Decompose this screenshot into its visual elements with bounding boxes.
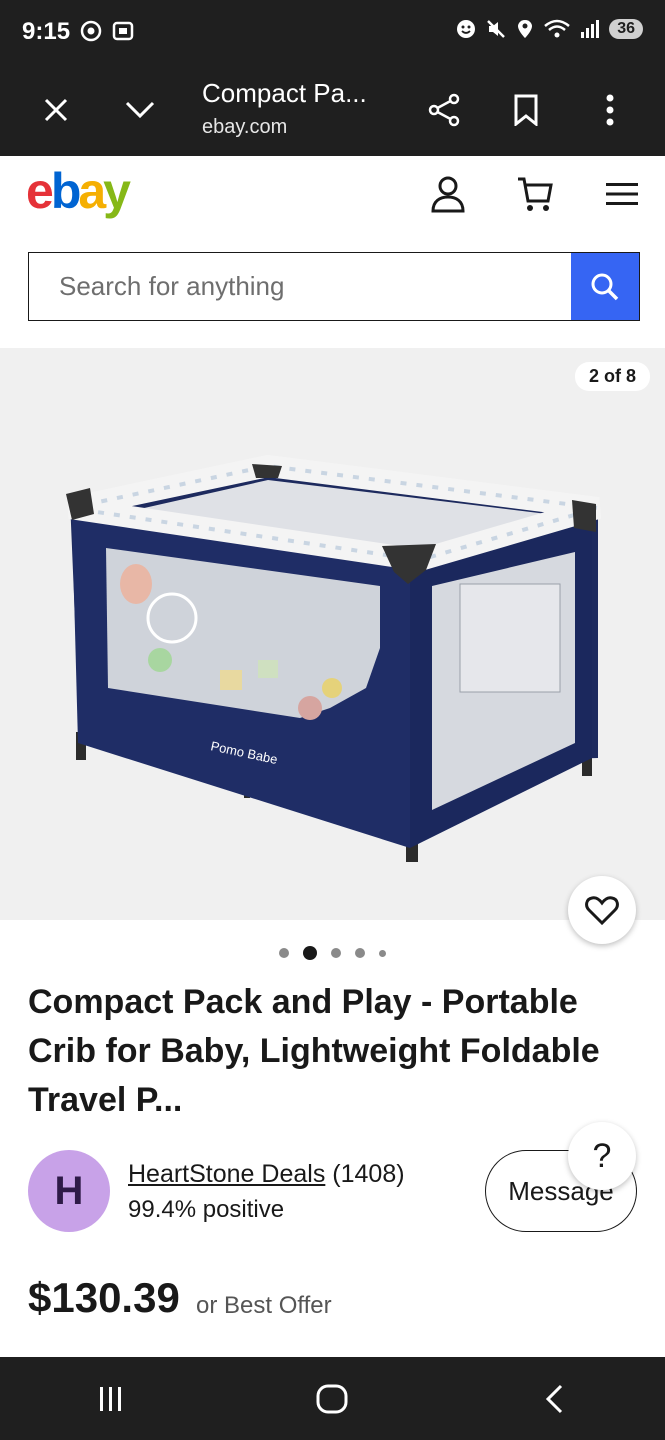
heart-icon bbox=[585, 896, 619, 925]
gallery-dot[interactable] bbox=[279, 948, 289, 958]
search-button[interactable] bbox=[571, 253, 639, 320]
location-icon bbox=[518, 20, 533, 38]
back-icon bbox=[546, 1384, 563, 1413]
product-price: $130.39 bbox=[28, 1274, 180, 1321]
seller-avatar[interactable]: H bbox=[28, 1150, 110, 1232]
recent-apps-icon bbox=[99, 1386, 121, 1411]
battery-indicator: 36 bbox=[609, 19, 643, 39]
site-header: ebay Search for anything bbox=[0, 156, 665, 346]
share-icon bbox=[428, 93, 460, 127]
search-icon bbox=[591, 273, 619, 300]
share-button[interactable] bbox=[424, 90, 464, 130]
home-button[interactable] bbox=[302, 1369, 362, 1429]
user-icon bbox=[431, 176, 465, 213]
screenshot-icon bbox=[112, 21, 134, 41]
chrome-icon bbox=[80, 20, 102, 42]
tab-domain[interactable]: ebay.com bbox=[202, 116, 287, 139]
system-navigation-bar bbox=[0, 1357, 665, 1440]
help-button[interactable]: ? bbox=[568, 1122, 636, 1190]
product-image-gallery[interactable]: 2 of 8 Pomo Babe bbox=[0, 348, 665, 920]
gallery-dot[interactable] bbox=[331, 948, 341, 958]
back-button[interactable] bbox=[524, 1369, 584, 1429]
gallery-dot[interactable] bbox=[379, 949, 386, 957]
cart-button[interactable] bbox=[513, 172, 557, 216]
browser-toolbar: Compact Pa... ebay.com bbox=[0, 64, 665, 156]
price-details-cutoff bbox=[28, 1342, 508, 1358]
home-icon bbox=[316, 1384, 348, 1413]
seller-feedback-count: (1408) bbox=[332, 1160, 405, 1188]
minimize-tab-button[interactable] bbox=[120, 90, 160, 130]
gallery-pagination bbox=[0, 946, 665, 960]
emoji-icon bbox=[457, 20, 476, 38]
close-tab-button[interactable] bbox=[36, 90, 76, 130]
close-icon bbox=[44, 98, 68, 122]
more-vertical-icon bbox=[606, 94, 614, 126]
mute-icon bbox=[487, 20, 506, 38]
bookmark-icon bbox=[514, 94, 538, 126]
best-offer-label: or Best Offer bbox=[196, 1292, 332, 1319]
signal-icon bbox=[581, 20, 600, 38]
menu-button[interactable] bbox=[600, 172, 644, 216]
seller-info: HeartStone Deals (1408) bbox=[128, 1160, 405, 1189]
playard-crib-image[interactable]: Pomo Babe bbox=[0, 348, 665, 920]
ebay-logo[interactable]: ebay bbox=[26, 162, 131, 220]
bookmark-button[interactable] bbox=[506, 90, 546, 130]
product-title: Compact Pack and Play - Portable Crib fo… bbox=[28, 983, 600, 1119]
more-options-button[interactable] bbox=[590, 90, 630, 130]
gallery-dot-active[interactable] bbox=[303, 946, 317, 960]
status-bar: 9:15 36 bbox=[0, 0, 665, 64]
tab-title[interactable]: Compact Pa... bbox=[202, 78, 367, 109]
recent-apps-button[interactable] bbox=[81, 1369, 141, 1429]
status-time: 9:15 bbox=[22, 18, 71, 45]
gallery-dot[interactable] bbox=[355, 948, 365, 958]
cart-icon bbox=[518, 177, 553, 211]
seller-name-link[interactable]: HeartStone Deals bbox=[128, 1160, 325, 1188]
seller-positive-rating: 99.4% positive bbox=[128, 1196, 285, 1223]
hamburger-menu-icon bbox=[606, 183, 638, 205]
wifi-icon bbox=[544, 19, 571, 38]
account-button[interactable] bbox=[426, 172, 470, 216]
search-input[interactable]: Search for anything bbox=[29, 253, 571, 320]
add-to-watchlist-button[interactable] bbox=[568, 876, 636, 944]
chevron-down-icon bbox=[125, 101, 155, 119]
search-bar: Search for anything bbox=[28, 252, 640, 321]
